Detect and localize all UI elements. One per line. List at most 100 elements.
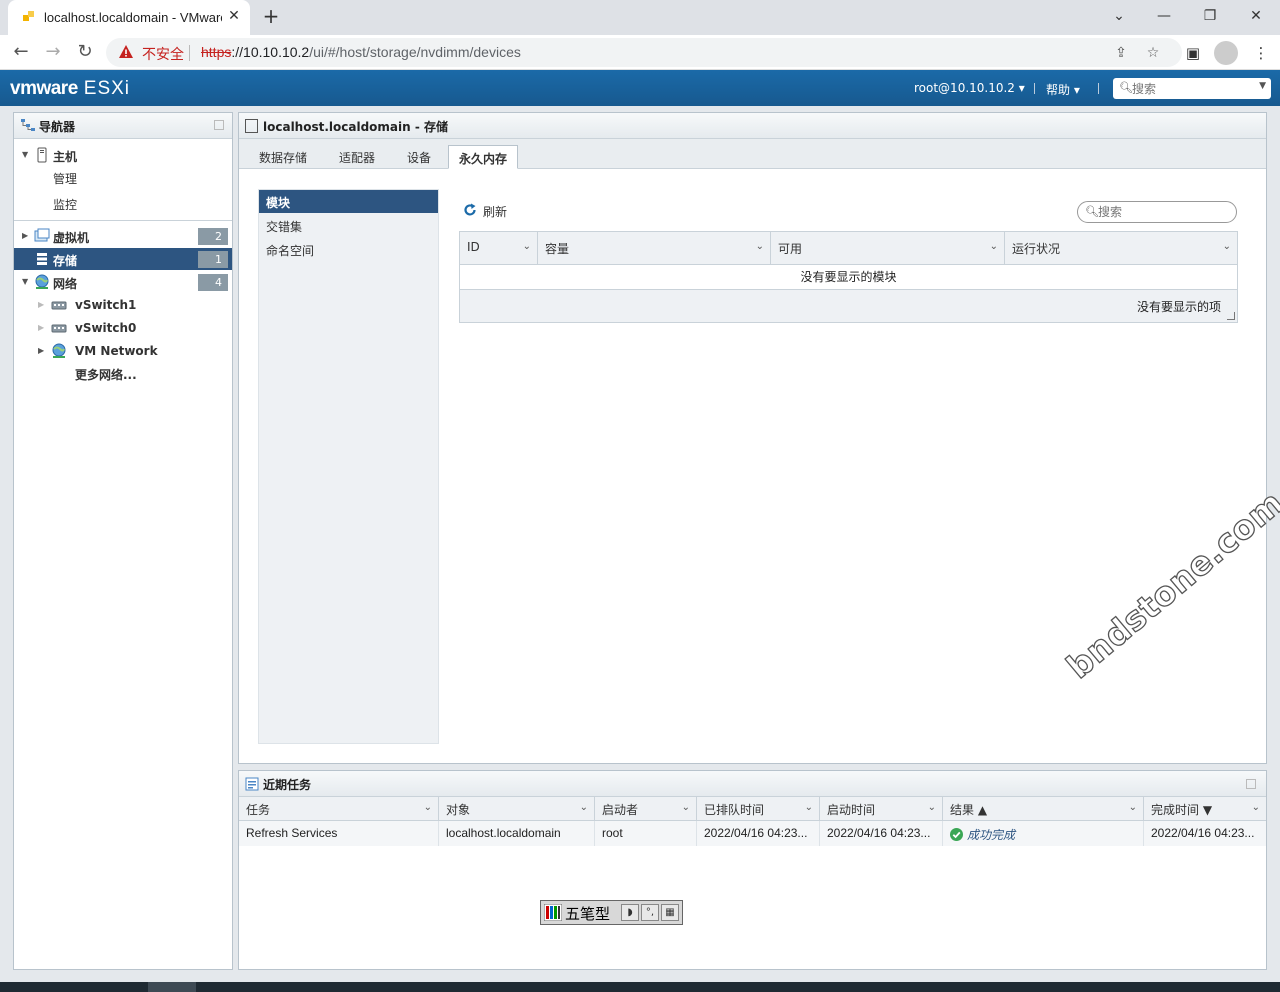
column-header-target[interactable]: 对象 ⌄ [439, 797, 595, 821]
chevron-down-icon[interactable]: ⌄ [523, 241, 531, 252]
collapse-navigator-icon[interactable] [214, 120, 224, 130]
column-header-queued[interactable]: 已排队时间 ⌄ [697, 797, 820, 821]
tasks-icon [245, 777, 259, 791]
ime-punctuation-icon[interactable]: °, [641, 904, 659, 921]
chevron-down-icon[interactable]: ⌄ [1252, 802, 1260, 813]
column-header-health[interactable]: 运行状况 ⌄ [1005, 232, 1237, 265]
nav-item-host[interactable]: ▼ 主机 [14, 144, 232, 166]
success-check-icon [950, 828, 963, 841]
task-name-cell: Refresh Services [239, 821, 439, 846]
nav-network-label: 网络 [53, 277, 78, 291]
ime-logo-icon[interactable] [544, 904, 562, 921]
nav-item-more-networks[interactable]: 更多网络... [14, 362, 232, 384]
nav-storage-label: 存储 [53, 254, 78, 268]
nav-item-vswitch0[interactable]: ▶ vSwitch0 [14, 317, 232, 339]
tab-adapters[interactable]: 适配器 [329, 145, 385, 169]
grid-footer: 没有要显示的项 [460, 290, 1237, 322]
chevron-down-icon[interactable]: ⌄ [756, 241, 764, 252]
column-header-started[interactable]: 启动时间 ⌄ [820, 797, 943, 821]
table-row[interactable]: Refresh Services localhost.localdomain r… [239, 821, 1266, 846]
collapse-tasks-icon[interactable] [1246, 779, 1256, 789]
search-icon: 🔍︎ [1119, 81, 1133, 94]
chevron-down-icon[interactable]: ⌄ [424, 802, 432, 813]
expand-vm-network-icon[interactable]: ▶ [38, 346, 44, 355]
storage-tabbar: 数据存储 适配器 设备 永久内存 [239, 139, 1266, 169]
task-result-text: 成功完成 [967, 828, 1016, 842]
navigator-title: 导航器 [39, 120, 76, 134]
logo-vmware: vmware [10, 78, 78, 99]
grid-search-input[interactable] [1098, 204, 1228, 220]
user-menu[interactable]: root@10.10.10.2 ▾ [914, 81, 1025, 95]
help-menu[interactable]: 帮助 ▾ [1046, 81, 1080, 98]
chevron-down-icon[interactable]: ⌄ [928, 802, 936, 813]
navigator-header: 导航器 [14, 113, 232, 139]
nav-item-vm-network[interactable]: ▶ VM Network [14, 340, 232, 362]
chevron-down-icon[interactable]: ⌄ [580, 802, 588, 813]
search-icon: 🔍︎ [1085, 205, 1099, 218]
column-header-id[interactable]: ID ⌄ [460, 232, 538, 265]
expand-vswitch0-icon: ▶ [38, 323, 45, 332]
header-search-input[interactable] [1132, 80, 1252, 97]
tab-devices[interactable]: 设备 [397, 145, 441, 169]
task-result-cell: 成功完成 [943, 821, 1144, 846]
back-arrow-icon[interactable]: ← [10, 41, 32, 63]
more-menu-icon[interactable]: ⋮ [1250, 42, 1272, 64]
column-header-task[interactable]: 任务 ⌄ [239, 797, 439, 821]
new-tab-button[interactable]: + [260, 6, 282, 28]
subnav-namespaces[interactable]: 命名空间 [259, 238, 438, 261]
restore-window-button[interactable]: ❐ [1198, 5, 1222, 27]
subnav-interleave-sets[interactable]: 交错集 [259, 214, 438, 237]
share-icon[interactable]: ⇪ [1112, 44, 1130, 62]
subnav-modules[interactable]: 模块 [259, 190, 438, 213]
expand-network-icon[interactable]: ▼ [22, 277, 28, 286]
grid-search-box[interactable]: 🔍︎ [1077, 201, 1237, 223]
ime-keyboard-icon[interactable]: ▦ [661, 904, 679, 921]
forward-arrow-icon[interactable]: → [42, 41, 64, 63]
minimize-window-button[interactable]: — [1152, 5, 1176, 27]
nav-item-monitor[interactable]: 监控 [53, 196, 77, 213]
header-search-box[interactable]: 🔍︎ ▼ [1113, 78, 1271, 99]
side-panel-icon[interactable]: ▣ [1182, 42, 1204, 64]
chevron-down-icon[interactable]: ⌄ [1223, 241, 1231, 252]
resize-handle-icon[interactable] [1227, 312, 1235, 320]
tab-persistent-memory[interactable]: 永久内存 [448, 145, 519, 169]
column-header-result[interactable]: 结果 ▲ ⌄ [943, 797, 1144, 821]
nav-item-storage[interactable]: 存储 1 [14, 248, 232, 270]
tab-datastores[interactable]: 数据存储 [249, 145, 317, 169]
ime-mode-label[interactable]: 五笔型 [565, 903, 610, 924]
expand-host-icon[interactable]: ▼ [22, 150, 28, 159]
nav-item-networking[interactable]: ▼ 网络 4 [14, 271, 232, 293]
chevron-down-icon[interactable]: ⌄ [990, 241, 998, 252]
tab-close-icon[interactable]: ✕ [226, 8, 242, 24]
column-header-initiator[interactable]: 启动者 ⌄ [595, 797, 697, 821]
vmware-esxi-logo: vmware ESXi [10, 78, 130, 100]
not-secure-label[interactable]: 不安全 [142, 44, 184, 64]
expand-vms-icon[interactable]: ▶ [22, 231, 28, 240]
reload-icon[interactable]: ↻ [74, 41, 96, 63]
column-header-completed[interactable]: 完成时间 ▼ ⌄ [1144, 797, 1266, 821]
taskbar-item[interactable] [148, 982, 196, 992]
tab-search-icon[interactable]: ⌄ [1107, 5, 1131, 27]
task-target-cell[interactable]: localhost.localdomain [439, 821, 595, 846]
search-dropdown-icon[interactable]: ▼ [1259, 81, 1266, 91]
url-omnibox[interactable]: 不安全 https://10.10.10.2/ui/#/host/storage… [106, 38, 1182, 67]
profile-avatar-icon[interactable] [1214, 41, 1238, 65]
nav-item-manage[interactable]: 管理 [53, 170, 77, 187]
column-header-available[interactable]: 可用 ⌄ [771, 232, 1005, 265]
ime-halfwidth-icon[interactable]: ◗ [621, 904, 639, 921]
nav-item-virtual-machines[interactable]: ▶ 虚拟机 2 [14, 225, 232, 247]
logo-esxi: ESXi [83, 78, 131, 99]
ime-toolbar[interactable]: 五笔型 ◗ °, ▦ [540, 900, 683, 925]
chevron-down-icon[interactable]: ⌄ [805, 802, 813, 813]
grid-header: ID ⌄ 容量 ⌄ 可用 ⌄ 运行状况 ⌄ [460, 232, 1237, 265]
nav-item-vswitch1[interactable]: ▶ vSwitch1 [14, 294, 232, 316]
bookmark-star-icon[interactable]: ☆ [1144, 44, 1162, 62]
chevron-down-icon[interactable]: ⌄ [682, 802, 690, 813]
browser-tab[interactable]: localhost.localdomain - VMware ESXi ✕ [8, 0, 250, 35]
close-window-button[interactable]: ✕ [1244, 5, 1268, 27]
url-text[interactable]: https://10.10.10.2/ui/#/host/storage/nvd… [201, 44, 521, 60]
chevron-down-icon[interactable]: ⌄ [1129, 802, 1137, 813]
column-started-label: 启动时间 [827, 803, 876, 817]
modules-grid: ID ⌄ 容量 ⌄ 可用 ⌄ 运行状况 ⌄ 没有要显示的模块 没有要显示的项 [459, 231, 1238, 323]
column-header-capacity[interactable]: 容量 ⌄ [538, 232, 771, 265]
